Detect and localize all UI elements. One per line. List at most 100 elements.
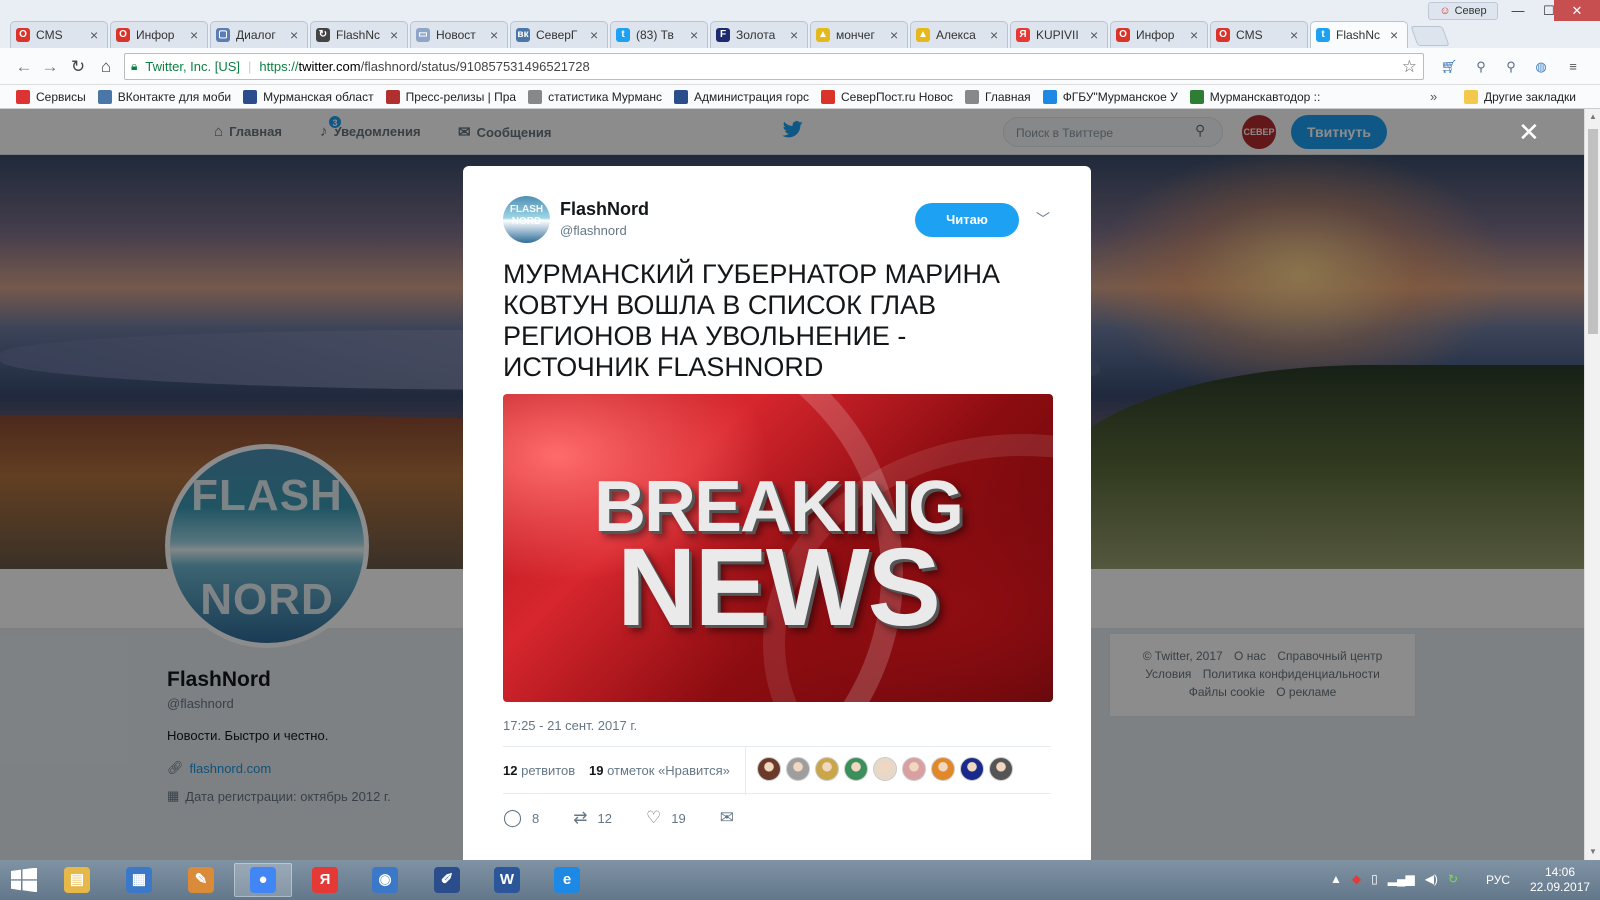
language-indicator[interactable]: РУС xyxy=(1486,873,1510,887)
bookmark-item[interactable]: Мурманская област xyxy=(243,89,374,104)
tab-close-icon[interactable]: × xyxy=(390,28,402,42)
bookmark-item[interactable]: Мурманскавтодор :: xyxy=(1189,89,1320,104)
liker-avatar[interactable] xyxy=(757,757,781,781)
tab-close-icon[interactable]: × xyxy=(1090,28,1102,42)
browser-tab[interactable]: ▭ Новост × xyxy=(410,21,508,48)
like-button[interactable]: ♡ 19 xyxy=(646,808,686,828)
scroll-up-icon[interactable]: ▲ xyxy=(1585,109,1600,125)
extension-zoom-icon[interactable]: ⚲ xyxy=(1502,59,1520,75)
windows-start-icon[interactable] xyxy=(10,867,38,893)
bookmark-item[interactable]: ФГБУ"Мурманское У xyxy=(1042,89,1178,104)
reload-icon[interactable]: ↻ xyxy=(68,57,88,77)
antivirus-icon[interactable]: ◆ xyxy=(1352,872,1361,886)
bookmark-item[interactable]: Администрация горс xyxy=(674,89,809,104)
extension-vpn-icon[interactable]: ◍ xyxy=(1532,59,1550,75)
browser-tab[interactable]: вк СеверГ × xyxy=(510,21,608,48)
sync-icon[interactable]: ↻ xyxy=(1448,872,1458,886)
tweet-image[interactable]: BREAKING NEWS xyxy=(503,394,1053,702)
scroll-thumb[interactable] xyxy=(1588,129,1598,334)
taskbar-app-paint[interactable]: ✎ xyxy=(172,863,230,897)
back-icon[interactable]: ← xyxy=(14,57,34,77)
retweet-button[interactable]: ⇄ 12 xyxy=(573,808,612,828)
tab-close-icon[interactable]: × xyxy=(790,28,802,42)
bookmarks-overflow-button[interactable]: » xyxy=(1430,89,1437,104)
taskbar-app-word[interactable]: W xyxy=(478,863,536,897)
bookmark-item[interactable]: статистика Мурманс xyxy=(528,89,662,104)
liker-avatar[interactable] xyxy=(931,757,955,781)
forward-icon[interactable]: → xyxy=(40,57,60,77)
bookmark-item[interactable]: Сервисы xyxy=(16,89,86,104)
tweet-timestamp[interactable]: 17:25 - 21 сент. 2017 г. xyxy=(503,718,637,733)
tab-close-icon[interactable]: × xyxy=(290,28,302,42)
taskbar-app-sound[interactable]: ◉ xyxy=(356,863,414,897)
menu-icon[interactable]: ≡ xyxy=(1564,59,1582,75)
browser-tab[interactable]: O CMS × xyxy=(1210,21,1308,48)
browser-tab[interactable]: ▲ мончег × xyxy=(810,21,908,48)
extension-search-icon[interactable]: ⚲ xyxy=(1472,59,1490,75)
browser-tab[interactable]: Я KUPIVII × xyxy=(1010,21,1108,48)
taskbar-app-yandex[interactable]: Я xyxy=(296,863,354,897)
tweet-author-avatar[interactable]: FLASH NORD xyxy=(503,196,550,243)
taskbar-app-control-panel[interactable]: ▦ xyxy=(110,863,168,897)
browser-tab[interactable]: ▢ Диалог × xyxy=(210,21,308,48)
new-tab-button[interactable] xyxy=(1410,26,1450,46)
tab-close-icon[interactable]: × xyxy=(190,28,202,42)
scroll-down-icon[interactable]: ▼ xyxy=(1585,844,1600,860)
browser-tab[interactable]: F Золота × xyxy=(710,21,808,48)
bookmark-item[interactable]: СеверПост.ru Новос xyxy=(821,89,953,104)
liker-avatar[interactable] xyxy=(902,757,926,781)
liker-avatar[interactable] xyxy=(815,757,839,781)
liker-avatar[interactable] xyxy=(873,757,897,781)
cart-icon[interactable]: 🛒︎ xyxy=(1440,59,1458,75)
likes-stat[interactable]: 19 отметок «Нравится» xyxy=(589,763,730,778)
home-icon[interactable]: ⌂ xyxy=(96,57,116,77)
taskbar-app-editor[interactable]: ✐ xyxy=(418,863,476,897)
minimize-button[interactable]: — xyxy=(1503,0,1533,21)
browser-tab[interactable]: O Инфор × xyxy=(110,21,208,48)
bookmark-item[interactable]: ВКонтакте для моби xyxy=(97,89,231,104)
chevron-down-icon[interactable]: ﹀ xyxy=(1036,209,1050,229)
tray-arrow-icon[interactable]: ▲ xyxy=(1330,872,1342,886)
page-scrollbar[interactable]: ▲ ▼ xyxy=(1584,109,1600,860)
tab-close-icon[interactable]: × xyxy=(90,28,102,42)
tab-close-icon[interactable]: × xyxy=(1290,28,1302,42)
retweets-stat[interactable]: 12 ретвитов xyxy=(503,763,575,778)
tweet-author-name[interactable]: FlashNord xyxy=(560,199,649,220)
tab-close-icon[interactable]: × xyxy=(1190,28,1202,42)
liker-avatar[interactable] xyxy=(989,757,1013,781)
reply-button[interactable]: ◯ 8 xyxy=(503,808,539,828)
liker-avatar[interactable] xyxy=(960,757,984,781)
tab-close-icon[interactable]: × xyxy=(890,28,902,42)
following-button[interactable]: Читаю xyxy=(915,203,1019,237)
browser-tab[interactable]: t FlashNc × xyxy=(1310,21,1408,48)
bookmark-star-icon[interactable]: ☆ xyxy=(1402,57,1417,77)
clock[interactable]: 14:06 22.09.2017 xyxy=(1530,865,1590,895)
phone-icon[interactable]: ▯ xyxy=(1371,872,1378,886)
other-bookmarks[interactable]: Другие закладки xyxy=(1464,89,1576,104)
bookmark-item[interactable]: Пресс-релизы | Пра xyxy=(385,89,516,104)
volume-icon[interactable]: ◀) xyxy=(1425,872,1438,886)
taskbar-app-ie[interactable]: e xyxy=(538,863,596,897)
tab-close-icon[interactable]: × xyxy=(690,28,702,42)
close-modal-icon[interactable]: ✕ xyxy=(1518,117,1540,148)
tweet-author-handle[interactable]: @flashnord xyxy=(560,223,627,238)
tab-close-icon[interactable]: × xyxy=(1390,28,1402,42)
browser-tab[interactable]: t (83) Тв × xyxy=(610,21,708,48)
message-button[interactable]: ✉ xyxy=(720,808,734,828)
tab-close-icon[interactable]: × xyxy=(590,28,602,42)
bookmark-item[interactable]: Главная xyxy=(965,89,1031,104)
taskbar-app-chrome[interactable]: ● xyxy=(234,863,292,897)
browser-tab[interactable]: O Инфор × xyxy=(1110,21,1208,48)
browser-tab[interactable]: ▲ Алекса × xyxy=(910,21,1008,48)
liker-avatar[interactable] xyxy=(844,757,868,781)
liker-avatar[interactable] xyxy=(786,757,810,781)
network-icon[interactable]: ▂▄▆ xyxy=(1388,872,1415,886)
taskbar-app-explorer[interactable]: ▤ xyxy=(48,863,106,897)
browser-tab[interactable]: O CMS × xyxy=(10,21,108,48)
tab-close-icon[interactable]: × xyxy=(990,28,1002,42)
tab-close-icon[interactable]: × xyxy=(490,28,502,42)
address-bar[interactable]: 🔒︎ Twitter, Inc. [US] | https://twitter.… xyxy=(124,53,1424,80)
browser-tab[interactable]: ↻ FlashNc × xyxy=(310,21,408,48)
close-window-button[interactable]: ✕ xyxy=(1554,0,1600,21)
profile-button[interactable]: ☺ Север xyxy=(1428,2,1498,20)
